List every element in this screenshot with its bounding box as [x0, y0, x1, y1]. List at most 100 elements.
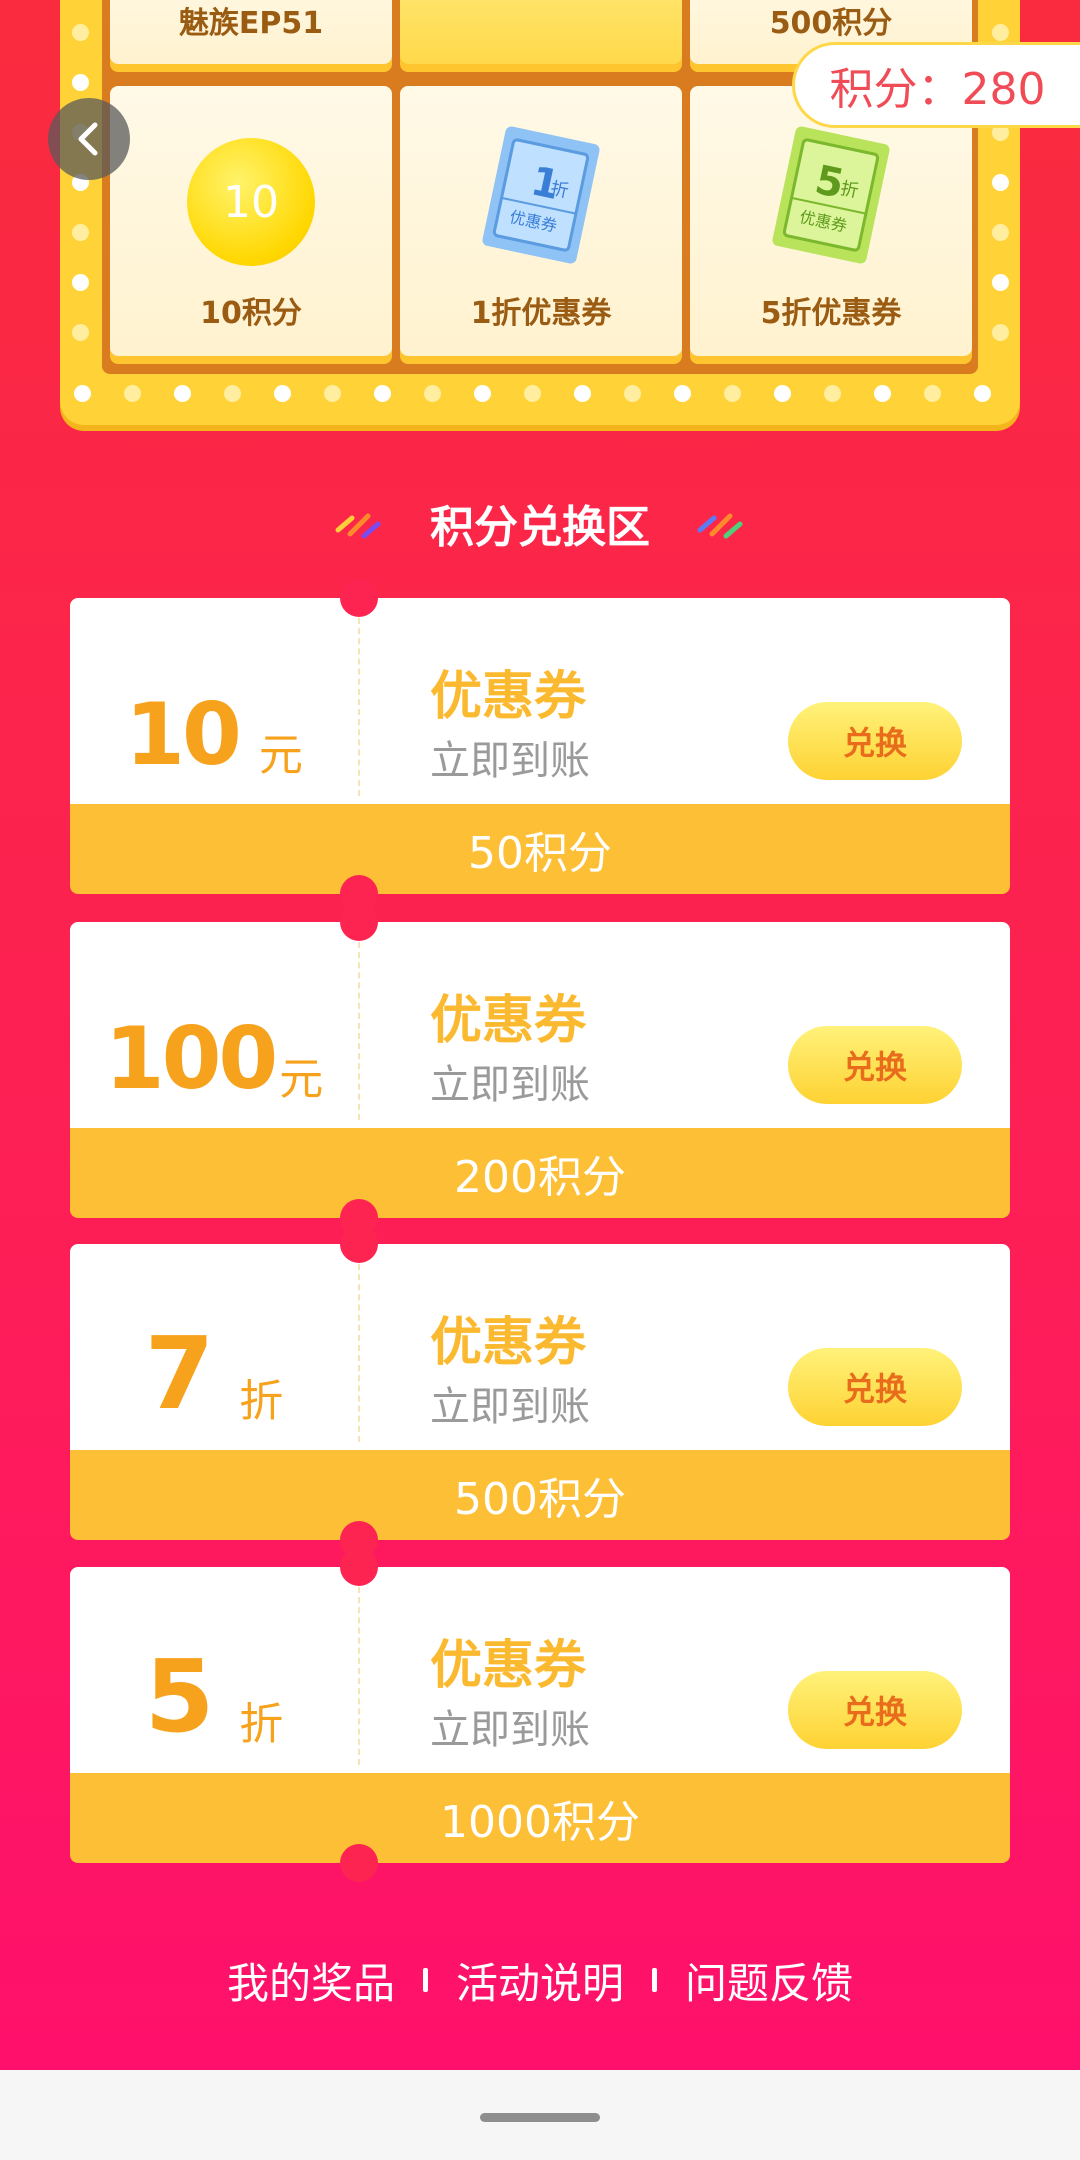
prize-cell-10-points: 10 10积分 — [110, 86, 392, 356]
marquee-bulb — [992, 324, 1009, 341]
coupon-cost: 50积分 — [70, 804, 1010, 894]
coupon-amount-value: 7 — [144, 1315, 215, 1432]
rules-link[interactable]: 活动说明 — [456, 1950, 624, 2011]
marquee-bulb — [974, 385, 991, 402]
marquee-bulb — [474, 385, 491, 402]
coupon-subtitle: 立即到账 — [430, 1062, 590, 1108]
coin-value: 10 — [223, 176, 279, 228]
section-title: 积分兑换区 — [0, 488, 1080, 558]
prize-cell-10pct-coupon: 1 折 优惠券 1折优惠券 — [400, 86, 682, 356]
coupon-divider — [358, 1264, 360, 1442]
coupon-cost: 500积分 — [70, 1450, 1010, 1540]
coupon-top: 7 折 优惠券 立即到账 兑换 — [70, 1244, 1010, 1454]
decor-stripes-icon — [335, 513, 381, 539]
marquee-bulb — [72, 74, 89, 91]
footer-links: 我的奖品 活动说明 问题反馈 — [0, 1950, 1080, 2010]
points-balance-text: 积分：280 — [829, 64, 1046, 115]
coupon-amount-unit: 元 — [279, 1054, 324, 1105]
marquee-bulb — [324, 385, 341, 402]
coupon-cost: 1000积分 — [70, 1773, 1010, 1863]
decor-stripes-icon — [697, 513, 743, 539]
blue-ticket-icon: 1 折 优惠券 — [482, 126, 600, 264]
marquee-bulb — [74, 385, 91, 402]
redeem-button[interactable]: 兑换 — [788, 1671, 962, 1749]
coupon-amount: 10 元 — [70, 598, 358, 808]
footer-separator — [652, 1968, 657, 1992]
coupon-notch — [340, 1225, 378, 1263]
marquee-bulb — [424, 385, 441, 402]
marquee-bulb — [924, 385, 941, 402]
redeem-button[interactable]: 兑换 — [788, 702, 962, 780]
coupon-name: 优惠券 — [430, 991, 587, 1051]
chevron-left-icon — [78, 122, 98, 156]
marquee-bulb — [72, 324, 89, 341]
prize-label: 10积分 — [200, 296, 302, 331]
coupon-amount: 7 折 — [70, 1244, 358, 1454]
coupon-name: 优惠券 — [430, 1313, 587, 1373]
coupon-subtitle: 立即到账 — [430, 738, 590, 784]
marquee-bulb — [992, 274, 1009, 291]
section-title-text: 积分兑换区 — [430, 502, 650, 553]
green-ticket-icon: 5 折 优惠券 — [772, 126, 890, 264]
coupon-divider — [358, 1587, 360, 1765]
marquee-bulb — [124, 385, 141, 402]
redeem-button[interactable]: 兑换 — [788, 1026, 962, 1104]
marquee-bulb — [174, 385, 191, 402]
prize-label: 5折优惠券 — [760, 296, 902, 331]
marquee-bulb — [992, 174, 1009, 191]
coupon-amount: 100 元 — [70, 922, 358, 1132]
coupon-amount-value: 5 — [144, 1638, 215, 1755]
prize-label: 1折优惠券 — [470, 296, 612, 331]
coupon-subtitle: 立即到账 — [430, 1384, 590, 1430]
marquee-bulb — [674, 385, 691, 402]
coupon-amount-unit: 元 — [258, 730, 303, 781]
coupon-notch — [340, 1548, 378, 1586]
coupon-amount: 5 折 — [70, 1567, 358, 1777]
coupon-amount-unit: 折 — [239, 1699, 284, 1750]
coupon-top: 100 元 优惠券 立即到账 兑换 — [70, 922, 1010, 1132]
coupon-top: 5 折 优惠券 立即到账 兑换 — [70, 1567, 1010, 1777]
coupon-name: 优惠券 — [430, 667, 587, 727]
marquee-bulb — [524, 385, 541, 402]
marquee-bulb — [374, 385, 391, 402]
coupon-top: 10 元 优惠券 立即到账 兑换 — [70, 598, 1010, 808]
marquee-bulb — [72, 24, 89, 41]
draw-center-cell[interactable] — [400, 0, 682, 64]
marquee-bulb — [774, 385, 791, 402]
marquee-bulb — [274, 385, 291, 402]
marquee-bulb — [72, 224, 89, 241]
coupon-cost: 200积分 — [70, 1128, 1010, 1218]
marquee-bulb — [724, 385, 741, 402]
coupon-amount-unit: 折 — [239, 1376, 284, 1427]
home-gesture-handle[interactable] — [480, 2113, 600, 2122]
coupon-subtitle: 立即到账 — [430, 1707, 590, 1753]
marquee-bulb — [992, 224, 1009, 241]
my-prizes-link[interactable]: 我的奖品 — [227, 1950, 395, 2011]
redeem-button[interactable]: 兑换 — [788, 1348, 962, 1426]
coupon-notch — [340, 579, 378, 617]
marquee-bulb — [624, 385, 641, 402]
coupon-divider — [358, 942, 360, 1120]
coupon-notch — [340, 903, 378, 941]
points-balance: 积分：280 — [792, 42, 1080, 128]
coupon-card-10-yuan: 10 元 优惠券 立即到账 兑换 50积分 — [70, 579, 1010, 913]
coupon-name: 优惠券 — [430, 1636, 587, 1696]
prize-label: 500积分 — [769, 6, 893, 41]
coupon-card-50pct: 5 折 优惠券 立即到账 兑换 1000积分 — [70, 1548, 1010, 1882]
marquee-bulb — [992, 24, 1009, 41]
coupon-card-70pct: 7 折 优惠券 立即到账 兑换 500积分 — [70, 1225, 1010, 1559]
marquee-bulb — [824, 385, 841, 402]
marquee-bulb — [72, 274, 89, 291]
coupon-amount-value: 100 — [104, 1009, 279, 1109]
prize-cell-earphone: 魅族EP51 — [110, 0, 392, 64]
coin-icon: 10 — [187, 138, 315, 266]
marquee-bulb — [874, 385, 891, 402]
back-button[interactable] — [48, 98, 130, 180]
coupon-amount-value: 10 — [125, 685, 242, 785]
coupon-card-100-yuan: 100 元 优惠券 立即到账 兑换 200积分 — [70, 903, 1010, 1237]
coupon-notch — [340, 1844, 378, 1882]
feedback-link[interactable]: 问题反馈 — [685, 1950, 853, 2011]
coupon-divider — [358, 618, 360, 796]
marquee-bulb — [574, 385, 591, 402]
footer-separator — [422, 1968, 428, 1992]
